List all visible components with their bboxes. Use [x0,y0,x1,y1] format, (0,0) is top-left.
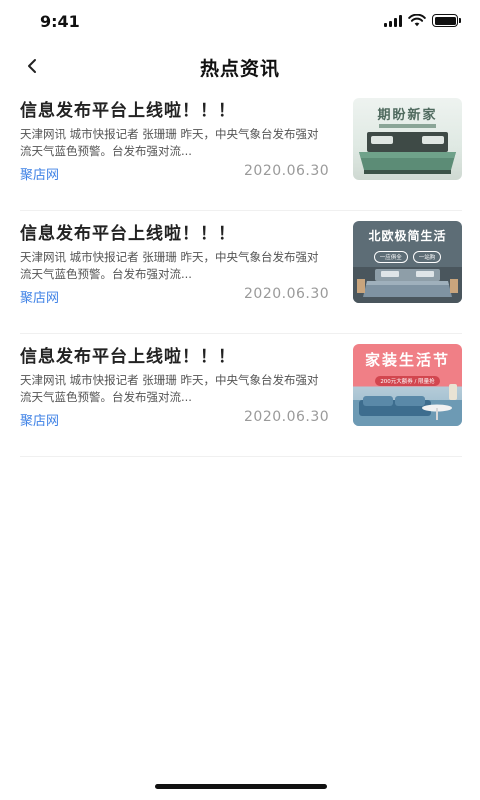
news-title: 信息发布平台上线啦！！！ [20,224,236,244]
news-date: 2020.06.30 [244,286,330,302]
news-source-link[interactable]: 聚店网 [20,164,59,183]
page-title: 热点资讯 [199,58,280,80]
status-icons [384,14,461,27]
bed-illustration-icon [359,132,456,174]
news-item[interactable]: 信息发布平台上线啦！！！ 天津网讯 城市快报记者 张珊珊 昨天，中央气象台发布强… [20,211,462,334]
news-date: 2020.06.30 [244,163,330,179]
status-bar: 9:41 [0,0,480,44]
news-source-link[interactable]: 聚店网 [20,287,59,306]
home-indicator[interactable] [155,784,327,789]
cellular-signal-icon [384,14,402,27]
news-thumbnail: 北欧极简生活 一应俱全 一站购 [353,221,462,303]
news-title: 信息发布平台上线啦！！！ [20,101,236,121]
news-summary: 天津网讯 城市快报记者 张珊珊 昨天，中央气象台发布强对流天气蓝色预警。台发布强… [20,250,319,281]
news-source-link[interactable]: 聚店网 [20,410,59,429]
news-date: 2020.06.30 [244,409,330,425]
news-item[interactable]: 信息发布平台上线啦！！！ 天津网讯 城市快报记者 张珊珊 昨天，中央气象台发布强… [20,334,462,457]
bedroom-illustration-icon [353,267,462,303]
sofa-illustration-icon [353,384,462,426]
news-title: 信息发布平台上线啦！！！ [20,347,236,367]
news-summary: 天津网讯 城市快报记者 张珊珊 昨天，中央气象台发布强对流天气蓝色预警。台发布强… [20,373,319,404]
status-time: 9:41 [40,12,80,31]
news-thumbnail: 家装生活节 200元大额券 / 限量抢 [353,344,462,426]
screen: 9:41 热点资讯 信息发布平台上线啦！！！ 天津网讯 城市快报记者 张珊珊 昨… [0,0,480,800]
news-item[interactable]: 信息发布平台上线啦！！！ 天津网讯 城市快报记者 张珊珊 昨天，中央气象台发布强… [20,88,462,211]
news-summary: 天津网讯 城市快报记者 张珊珊 昨天，中央气象台发布强对流天气蓝色预警。台发布强… [20,127,319,158]
news-list: 信息发布平台上线啦！！！ 天津网讯 城市快报记者 张珊珊 昨天，中央气象台发布强… [20,88,462,457]
battery-icon [432,14,461,27]
nav-bar: 热点资讯 [0,44,480,88]
battery-level [434,16,456,25]
wifi-icon [408,14,426,27]
news-thumbnail: 期盼新家 [353,98,462,180]
